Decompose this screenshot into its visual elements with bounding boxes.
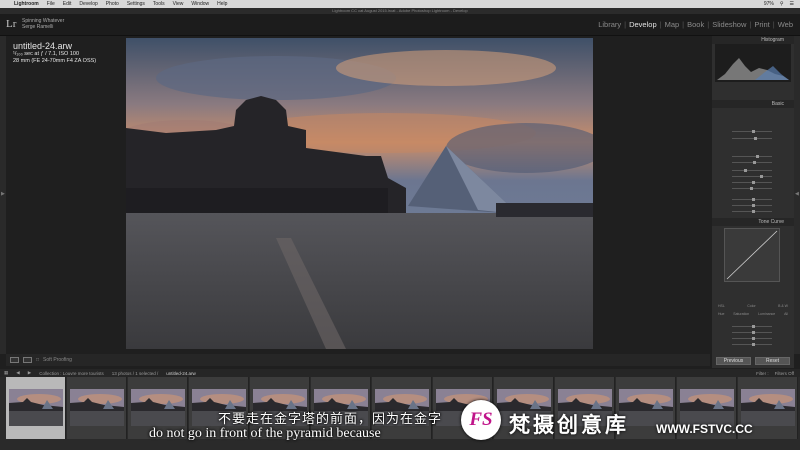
tint-slider[interactable] bbox=[732, 137, 772, 140]
tone-curve-graph[interactable] bbox=[724, 228, 780, 282]
develop-toolbar: □ Soft Proofing bbox=[6, 354, 710, 366]
watermark-logo: FS bbox=[461, 400, 501, 440]
hsl-red-slider[interactable] bbox=[732, 325, 772, 328]
module-develop[interactable]: Develop bbox=[626, 20, 660, 29]
soft-proofing-checkbox[interactable]: □ bbox=[36, 357, 39, 363]
photo-lens: 28 mm (FE 24-70mm F4 ZA OSS) bbox=[13, 58, 97, 64]
contrast-slider[interactable] bbox=[732, 161, 772, 164]
louvre-pyramid-photo bbox=[126, 38, 593, 349]
photo-filename: untitled-24.arw bbox=[13, 41, 73, 51]
hsl-green-slider[interactable] bbox=[732, 343, 772, 346]
filmstrip-selected-file: untitled-24.arw bbox=[166, 370, 196, 376]
reset-button[interactable]: Reset bbox=[755, 357, 790, 365]
saturation-slider[interactable] bbox=[732, 210, 772, 213]
hsl-tabs: HSL Color B & W bbox=[718, 304, 788, 308]
histogram bbox=[715, 44, 791, 82]
exposure-slider[interactable] bbox=[732, 155, 772, 158]
menu-file[interactable]: File bbox=[47, 1, 55, 7]
soft-proofing-label: Soft Proofing bbox=[43, 357, 72, 363]
subtab-luminance[interactable]: Luminance bbox=[758, 312, 775, 316]
collapse-right-icon: ◀ bbox=[795, 191, 799, 197]
subtab-all[interactable]: All bbox=[784, 312, 788, 316]
module-slideshow[interactable]: Slideshow bbox=[709, 20, 749, 29]
blacks-slider[interactable] bbox=[732, 187, 772, 190]
temp-slider[interactable] bbox=[732, 130, 772, 133]
thumbnail-image bbox=[9, 389, 63, 426]
filter-select[interactable]: Filters Off bbox=[775, 371, 794, 376]
thumbnail-image bbox=[131, 389, 185, 426]
tab-color[interactable]: Color bbox=[747, 304, 755, 308]
module-bar: Lr Spinning Whatever Serge Ramelli Libra… bbox=[0, 14, 800, 36]
before-after-icon[interactable] bbox=[23, 357, 32, 363]
thumbnail-image bbox=[70, 389, 124, 426]
menu-window[interactable]: Window bbox=[191, 1, 209, 7]
whites-slider[interactable] bbox=[732, 181, 772, 184]
menu-develop[interactable]: Develop bbox=[79, 1, 97, 7]
menu-settings[interactable]: Settings bbox=[127, 1, 145, 7]
histogram-graph bbox=[717, 58, 789, 80]
subtitle-chinese: 不要走在金字塔的前面，因为在金字 bbox=[218, 411, 443, 426]
mac-menubar: Lightroom File Edit Develop Photo Settin… bbox=[0, 0, 800, 8]
module-book[interactable]: Book bbox=[684, 20, 707, 29]
search-icon[interactable]: ⚲ bbox=[780, 1, 784, 7]
back-icon[interactable]: ◀ bbox=[16, 370, 19, 376]
subtitle-english: do not go in front of the pyramid becaus… bbox=[149, 426, 381, 441]
thumbnail-image bbox=[680, 389, 734, 426]
menu-photo[interactable]: Photo bbox=[106, 1, 119, 7]
menu-view[interactable]: View bbox=[173, 1, 184, 7]
tab-bw[interactable]: B & W bbox=[778, 304, 788, 308]
loupe-view-icon[interactable] bbox=[10, 357, 19, 363]
filmstrip-header: ▦ ◀ ▶ Collection : Louvre more tourists … bbox=[0, 369, 800, 377]
shadows-slider[interactable] bbox=[732, 175, 772, 178]
thumbnail-image bbox=[741, 389, 795, 426]
menu-help[interactable]: Help bbox=[217, 1, 227, 7]
watermark-name: 梵摄创意库 bbox=[509, 414, 629, 437]
filmstrip-count: 13 photos / 1 selected / bbox=[111, 370, 159, 376]
photo-info-overlay: untitled-24.arw ¹/₁₀₀ sec at ƒ / 7.1, IS… bbox=[13, 41, 96, 65]
expand-left-icon: ▶ bbox=[1, 191, 5, 197]
identity-line-2: Serge Ramelli bbox=[22, 24, 54, 30]
hsl-yellow-slider[interactable] bbox=[732, 337, 772, 340]
menu-app[interactable]: Lightroom bbox=[14, 1, 39, 7]
filmstrip-source[interactable]: Collection : Louvre more tourists bbox=[39, 371, 104, 376]
panel-buttons: Previous Reset bbox=[716, 357, 790, 365]
module-map[interactable]: Map bbox=[662, 20, 683, 29]
module-library[interactable]: Library bbox=[595, 20, 624, 29]
battery-status[interactable]: 97% bbox=[764, 1, 774, 7]
forward-icon[interactable]: ▶ bbox=[28, 370, 31, 376]
main-photo[interactable] bbox=[126, 38, 593, 349]
right-panel-toggle[interactable]: ◀ bbox=[794, 36, 800, 354]
grid-view-icon[interactable]: ▦ bbox=[4, 370, 8, 376]
highlights-slider[interactable] bbox=[732, 169, 772, 172]
identity-plate: Spinning Whatever Serge Ramelli bbox=[22, 18, 64, 30]
filmstrip-thumbnail[interactable] bbox=[67, 377, 127, 439]
photo-exposure: ¹/₁₀₀ sec at ƒ / 7.1, ISO 100 bbox=[13, 51, 80, 57]
vibrance-slider[interactable] bbox=[732, 204, 772, 207]
hsl-orange-slider[interactable] bbox=[732, 331, 772, 334]
menu-edit[interactable]: Edit bbox=[63, 1, 72, 7]
module-web[interactable]: Web bbox=[775, 20, 796, 29]
histogram-header[interactable]: Histogram bbox=[712, 36, 794, 44]
right-panel: Histogram Basic Tone Curve HSL Color B &… bbox=[712, 36, 794, 368]
filter-label: Filter : bbox=[756, 370, 769, 376]
subtab-hue[interactable]: Hue bbox=[718, 312, 724, 316]
menu-tools[interactable]: Tools bbox=[153, 1, 165, 7]
hsl-subtabs: Hue Saturation Luminance All bbox=[718, 312, 788, 316]
module-print[interactable]: Print bbox=[751, 20, 772, 29]
list-icon[interactable]: ☰ bbox=[790, 1, 794, 7]
subtab-saturation[interactable]: Saturation bbox=[733, 312, 749, 316]
clarity-slider[interactable] bbox=[732, 198, 772, 201]
lightroom-logo: Lr bbox=[6, 18, 17, 30]
filmstrip-thumbnail[interactable] bbox=[6, 377, 66, 439]
tone-curve-header[interactable]: Tone Curve bbox=[712, 218, 794, 226]
tone-curve-line bbox=[726, 230, 778, 280]
tab-hsl[interactable]: HSL bbox=[718, 304, 725, 308]
previous-button[interactable]: Previous bbox=[716, 357, 751, 365]
watermark-url: WWW.FSTVC.CC bbox=[656, 422, 753, 436]
left-panel-toggle[interactable]: ▶ bbox=[0, 36, 6, 354]
basic-header[interactable]: Basic bbox=[712, 100, 794, 108]
module-picker: Library | Develop | Map | Book | Slideshow | … bbox=[595, 20, 796, 29]
